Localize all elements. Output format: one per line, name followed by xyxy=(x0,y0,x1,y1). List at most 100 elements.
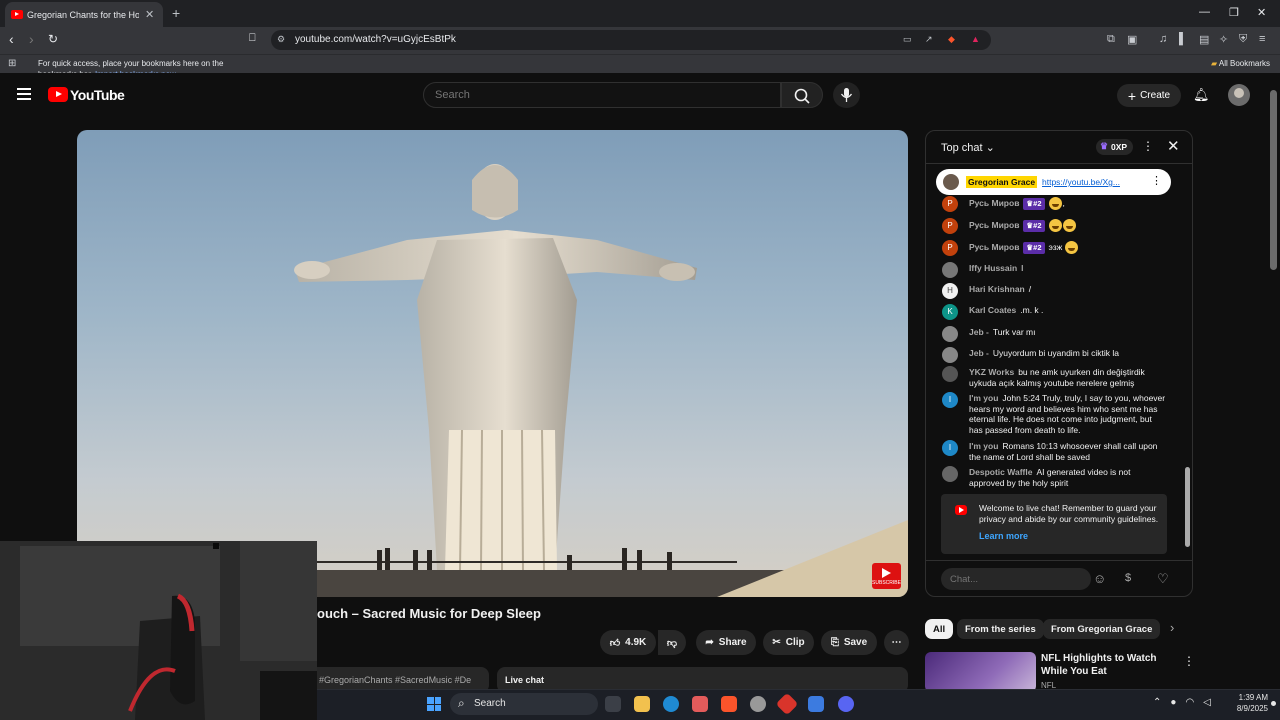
super-chat-icon[interactable]: $ xyxy=(1125,572,1131,584)
save-button[interactable]: ⎘ Save xyxy=(821,630,877,655)
clip-button[interactable]: ✂ Clip xyxy=(763,630,814,655)
message-author[interactable]: YKZ Works xyxy=(969,367,1014,377)
recommended-title[interactable]: NFL Highlights to Watch While You Eat xyxy=(1041,653,1176,678)
badge-rank: #2 xyxy=(1033,198,1042,208)
dislike-button[interactable]: 👎︎ xyxy=(658,630,686,655)
message-author[interactable]: Hari Krishnan xyxy=(969,284,1025,294)
more-actions-button[interactable]: ⋯ xyxy=(884,630,909,655)
chip-all[interactable]: All xyxy=(925,619,954,639)
subscribe-watermark[interactable]: SUBSCRIBE xyxy=(872,563,901,589)
leo-ai-icon[interactable]: ✧ xyxy=(1219,33,1228,46)
all-bookmarks-label: All Bookmarks xyxy=(1218,59,1270,68)
chip-from-channel[interactable]: From Gregorian Grace xyxy=(1043,619,1161,639)
site-info-icon[interactable]: ⚙ xyxy=(277,34,285,45)
share-page-icon[interactable]: ↗ xyxy=(925,34,933,45)
message-author[interactable]: I'm you xyxy=(969,441,998,451)
mic-tray-icon[interactable]: ● xyxy=(1170,697,1185,708)
wallet-icon[interactable]: ▤ xyxy=(1199,33,1209,46)
brave-rewards-icon[interactable]: ▲ xyxy=(971,34,980,44)
thumbs-up-icon: 👍︎ xyxy=(609,637,621,649)
pinned-link[interactable]: https://youtu.be/Xg... xyxy=(1042,177,1120,187)
taskbar-search[interactable]: Search xyxy=(450,693,598,715)
account-avatar[interactable] xyxy=(1228,84,1250,106)
system-tray[interactable]: ⌃●◠◁ xyxy=(1153,697,1220,708)
restore-icon[interactable]: ❐ xyxy=(1229,6,1239,19)
forward-icon[interactable]: › xyxy=(29,31,34,47)
brave-shields-icon[interactable]: ◆ xyxy=(948,34,955,45)
cast-icon[interactable]: ▭ xyxy=(903,34,912,45)
pinned-message[interactable]: Gregorian Grace https://youtu.be/Xg... ⋮ xyxy=(936,169,1171,195)
recommended-more-icon[interactable]: ⋮ xyxy=(1183,654,1195,668)
chat-scrollbar[interactable] xyxy=(1185,467,1190,547)
sidebar-icon[interactable]: ▌ xyxy=(1179,33,1187,45)
notifications-bell-icon[interactable]: 🔔︎ xyxy=(1193,87,1210,103)
close-tab-icon[interactable]: ✕ xyxy=(145,8,154,21)
hamburger-menu-icon[interactable] xyxy=(17,88,31,100)
search-input[interactable] xyxy=(424,83,780,107)
save-label: Save xyxy=(843,637,868,648)
youtube-logo-text[interactable]: YouTube xyxy=(70,87,125,103)
back-icon[interactable]: ‹ xyxy=(9,31,14,47)
share-button[interactable]: ➦ Share xyxy=(696,630,756,655)
notification-dot-icon[interactable] xyxy=(1271,701,1276,706)
like-button[interactable]: 👍︎ 4.9K xyxy=(600,630,656,655)
bookmark-icon[interactable]: ⎕ xyxy=(249,32,256,45)
message-author[interactable]: Русь Миров xyxy=(969,220,1019,230)
browser-tab[interactable]: Gregorian Chants for the Holy Spirit ✕ xyxy=(5,2,163,27)
file-explorer-icon[interactable] xyxy=(634,696,650,712)
new-tab-icon[interactable]: + xyxy=(172,5,180,21)
app-blue-icon[interactable] xyxy=(808,696,824,712)
learn-more-link[interactable]: Learn more xyxy=(979,531,1028,541)
chat-mode-dropdown[interactable]: Top chat ⌄ xyxy=(941,141,995,154)
plus-icon: + xyxy=(1127,87,1137,104)
chat-input[interactable] xyxy=(941,568,1091,590)
youtube-logo-icon[interactable] xyxy=(48,87,68,102)
wifi-icon[interactable]: ◠ xyxy=(1185,697,1203,708)
store-icon[interactable] xyxy=(692,696,708,712)
pinned-more-icon[interactable]: ⋮ xyxy=(1151,174,1162,187)
page-scrollbar[interactable] xyxy=(1270,90,1277,270)
video-player[interactable] xyxy=(77,130,908,597)
reload-icon[interactable]: ↻ xyxy=(48,32,58,46)
windows-start-icon[interactable] xyxy=(427,697,441,711)
emoji-picker-icon[interactable]: ☺ xyxy=(1093,571,1106,586)
search-button[interactable] xyxy=(781,82,823,108)
reader-icon[interactable]: ▣ xyxy=(1127,33,1137,46)
message-author[interactable]: Русь Миров xyxy=(969,198,1019,208)
discord-icon[interactable] xyxy=(838,696,854,712)
chat-more-icon[interactable]: ⋮ xyxy=(1142,139,1154,153)
browser-menu-icon[interactable]: ≡ xyxy=(1259,33,1265,45)
message-author[interactable]: Jeb - xyxy=(969,327,989,337)
steam-icon[interactable] xyxy=(750,696,766,712)
all-bookmarks-button[interactable]: ▰ All Bookmarks xyxy=(1211,59,1270,68)
edge-browser-icon[interactable] xyxy=(663,696,679,712)
message-author[interactable]: I'm you xyxy=(969,393,998,403)
xp-badge[interactable]: 0XP xyxy=(1096,139,1133,155)
vpn-icon[interactable]: ⛨ xyxy=(1239,33,1247,46)
message-author[interactable]: Karl Coates xyxy=(969,305,1016,315)
taskbar-clock[interactable]: 1:39 AM 8/9/2025 xyxy=(1230,692,1268,714)
apps-grid-icon[interactable]: ⊞ xyxy=(8,58,16,69)
message-author[interactable]: Русь Миров xyxy=(969,242,1019,252)
close-window-icon[interactable]: ✕ xyxy=(1257,6,1266,19)
tray-chevron-icon[interactable]: ⌃ xyxy=(1153,697,1170,708)
extensions-icon[interactable]: ⧉ xyxy=(1107,33,1115,46)
heart-icon[interactable]: ♡ xyxy=(1157,571,1169,587)
recommended-thumbnail[interactable] xyxy=(925,652,1036,692)
message-text: эзж xyxy=(1048,241,1063,252)
message-author[interactable]: Despotic Waffle xyxy=(969,467,1032,477)
message-author[interactable]: Jeb - xyxy=(969,348,989,358)
voice-search-button[interactable] xyxy=(833,82,860,108)
minimize-icon[interactable]: — xyxy=(1199,6,1210,18)
media-icon[interactable]: ♫ xyxy=(1159,33,1167,45)
create-button[interactable]: + Create xyxy=(1117,84,1181,107)
brave-browser-icon[interactable] xyxy=(721,696,737,712)
task-view-icon[interactable] xyxy=(605,696,621,712)
address-bar[interactable]: ⚙ youtube.com/watch?v=uGyjcEsBtPk ▭ ↗ ◆ … xyxy=(271,30,991,50)
clock-date: 8/9/2025 xyxy=(1236,704,1268,713)
message-author[interactable]: Iffy Hussain xyxy=(969,263,1017,273)
chevron-right-icon[interactable]: › xyxy=(1170,620,1174,635)
chip-from-series[interactable]: From the series xyxy=(957,619,1044,639)
volume-icon[interactable]: ◁ xyxy=(1203,697,1220,708)
close-chat-icon[interactable]: ✕ xyxy=(1167,137,1180,155)
